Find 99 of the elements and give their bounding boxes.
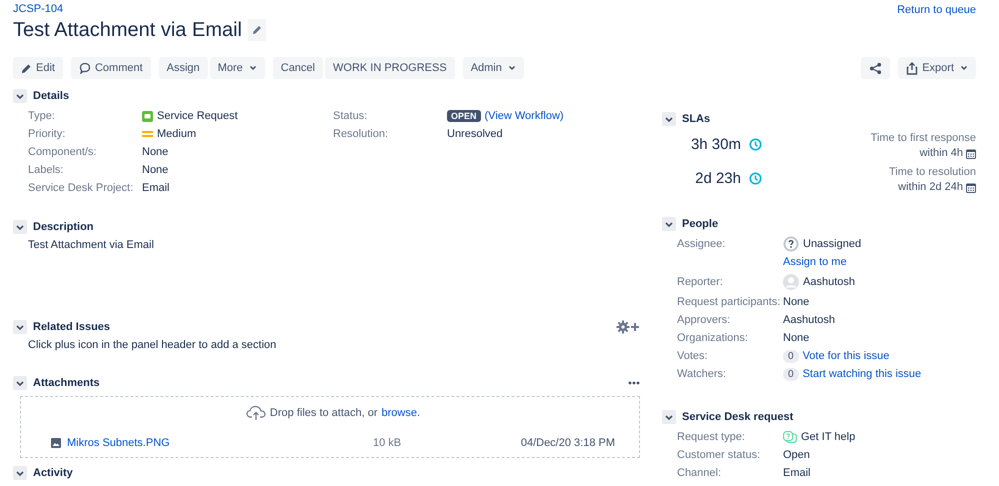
cloud-upload-icon: [246, 405, 266, 421]
toolbar-button[interactable]: Edit: [13, 57, 63, 79]
chevron-icon[interactable]: [13, 466, 27, 480]
sla-time: 3h 30m: [690, 136, 741, 152]
section-heading: Description: [33, 221, 94, 233]
field-label: Resolution:: [333, 128, 390, 140]
return-to-queue-link[interactable]: Return to queue: [897, 4, 976, 16]
assignee-name: Unassigned: [803, 237, 862, 252]
attachment-dropzone[interactable]: Drop files to attach, or browse. Mikros Subnets.PNG 10 kB 04/Dec/20 3:18 PM: [20, 396, 640, 458]
calendar-icon: [966, 182, 976, 192]
image-icon: [51, 438, 61, 448]
field-label: Service Desk Project:: [28, 182, 134, 194]
field-label: Request participants:: [677, 295, 782, 310]
sla-time: 2d 23h: [695, 170, 741, 186]
chevron-icon[interactable]: [13, 89, 27, 103]
clock-icon: [749, 138, 762, 150]
assign-to-me-link[interactable]: Assign to me: [783, 253, 862, 271]
sla-name: Time to first response: [870, 131, 976, 146]
field-value: Service Request: [157, 110, 238, 122]
section-heading: Related Issues: [33, 321, 110, 333]
service-request-icon: [142, 110, 153, 122]
field-value: None: [783, 295, 810, 310]
file-date: 04/Dec/20 3:18 PM: [520, 437, 615, 449]
edit-title-button[interactable]: [248, 19, 266, 41]
count-badge: 0: [783, 350, 799, 362]
share-icon: [869, 62, 882, 74]
section-heading: Service Desk request: [682, 411, 794, 423]
gear-plus-icon[interactable]: [616, 320, 640, 334]
field-label: Organizations:: [677, 331, 749, 346]
file-size: 10 kB: [373, 437, 402, 449]
toolbar-button[interactable]: More: [210, 57, 265, 79]
field-value: Medium: [157, 128, 196, 140]
chevron-icon[interactable]: [13, 376, 27, 390]
issue-title: Test Attachment via Email: [13, 18, 242, 42]
related-issues-hint: Click plus icon in the panel header to add a section: [28, 338, 278, 353]
toolbar-button[interactable]: Admin: [462, 57, 524, 79]
pencil-icon: [250, 24, 263, 36]
view-workflow-link[interactable]: (View Workflow): [484, 110, 564, 122]
user-avatar-icon: [783, 274, 799, 290]
sla-goal: within 2d 24h: [898, 180, 963, 195]
share-button[interactable]: [861, 57, 890, 79]
field-label: Component/s:: [28, 146, 98, 158]
field-value: None: [142, 164, 168, 176]
toolbar-button[interactable]: Comment: [70, 57, 151, 79]
status-lozenge: OPEN: [447, 110, 481, 122]
field-label: Assignee:: [677, 237, 726, 252]
field-label: Approvers:: [677, 313, 732, 328]
section-heading: People: [682, 218, 718, 230]
chevron-icon[interactable]: [13, 320, 27, 334]
field-value: Email: [142, 182, 170, 194]
section-heading: Attachments: [33, 377, 100, 389]
drop-files-text: Drop files to attach, or: [270, 407, 378, 419]
field-label: Priority:: [28, 128, 66, 140]
section-heading: Details: [33, 90, 70, 102]
sla-name: Time to resolution: [888, 165, 976, 180]
field-value: Unresolved: [447, 128, 503, 140]
field-label: Status:: [333, 110, 368, 122]
section-heading: Activity: [33, 467, 73, 479]
help-bubble-icon: [783, 431, 797, 443]
speech-bubble-icon: [78, 62, 91, 74]
toolbar-button[interactable]: Cancel: [272, 57, 323, 79]
chevron-icon[interactable]: [662, 112, 676, 126]
calendar-icon: [966, 148, 976, 158]
toolbar-button[interactable]: WORK IN PROGRESS: [325, 57, 455, 79]
field-value: Get IT help: [801, 430, 856, 445]
field-value: Open: [783, 448, 810, 463]
priority-medium-icon: [142, 130, 153, 138]
count-action-link[interactable]: Vote for this issue: [802, 347, 890, 365]
field-label: Labels:: [28, 164, 64, 176]
toolbar-button[interactable]: Assign: [158, 57, 208, 79]
count-action-link[interactable]: Start watching this issue: [802, 365, 922, 383]
count-badge: 0: [783, 368, 799, 380]
field-label: Channel:: [677, 466, 722, 481]
description-text: Test Attachment via Email: [28, 238, 155, 253]
pencil-icon: [21, 62, 32, 74]
unassigned-avatar-icon: [783, 236, 799, 252]
field-value: Aashutosh: [783, 313, 835, 328]
field-label: Request type:: [677, 430, 746, 445]
clock-icon: [749, 172, 762, 184]
field-label: Votes:: [677, 349, 709, 364]
field-value: None: [783, 331, 810, 346]
toolbar-button[interactable]: Export: [898, 57, 976, 79]
field-label: Type:: [28, 110, 56, 122]
field-label: Customer status:: [677, 448, 762, 463]
export-icon: [906, 62, 918, 74]
chevron-icon[interactable]: [662, 217, 676, 231]
field-label: Reporter:: [677, 275, 724, 290]
chevron-icon[interactable]: [662, 410, 676, 424]
field-value: Email: [783, 466, 811, 481]
reporter-name: Aashutosh: [803, 275, 855, 290]
section-heading: SLAs: [682, 113, 710, 125]
browse-link[interactable]: browse.: [382, 407, 420, 419]
attachment-file-link[interactable]: Mikros Subnets.PNG: [67, 437, 367, 449]
chevron-icon[interactable]: [13, 220, 27, 234]
issue-key-link[interactable]: JCSP-104: [13, 3, 64, 15]
more-icon[interactable]: [628, 381, 640, 385]
field-value: None: [142, 146, 168, 158]
sla-goal: within 4h: [920, 146, 963, 161]
field-label: Watchers:: [677, 367, 728, 382]
